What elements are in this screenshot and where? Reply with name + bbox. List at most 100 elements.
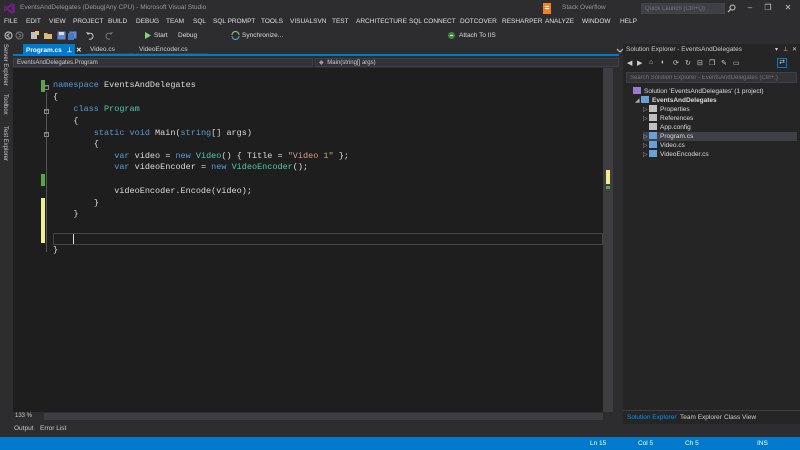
new-project-icon[interactable] (30, 31, 39, 40)
tab-class-view[interactable]: Class View (724, 414, 756, 421)
forward-icon[interactable] (15, 31, 24, 40)
code-token: Program (104, 104, 140, 114)
show-all-files-icon[interactable]: ❐ (709, 59, 715, 67)
search-icon[interactable] (727, 4, 736, 13)
synchronize-button[interactable]: Synchronize... (242, 32, 283, 39)
error-list-tab[interactable]: Error List (40, 425, 66, 432)
menu-architecture[interactable]: ARCHITECTURE (356, 18, 407, 25)
solution-explorer-search[interactable] (626, 72, 797, 83)
status-line: Ln 15 (590, 440, 607, 447)
tree-node[interactable]: App.config (643, 123, 691, 132)
collapse-icon[interactable]: − (44, 132, 49, 137)
menu-edit[interactable]: EDIT (26, 18, 41, 25)
quick-launch-box[interactable] (641, 3, 725, 14)
collapse-icon[interactable]: − (44, 109, 49, 114)
menu-help[interactable]: HELP (620, 18, 637, 25)
tree-node[interactable]: ◢ EventsAndDelegates (635, 96, 717, 105)
menu-tools[interactable]: TOOLS (261, 18, 283, 25)
menu-visualsvn[interactable]: VISUALSVN (290, 18, 327, 25)
sync-icon[interactable]: ⟳ (673, 59, 679, 67)
tree-node[interactable]: ▷ Program.cs (643, 132, 797, 141)
status-char: Ch 5 (685, 440, 699, 447)
code-token: [] args) (211, 128, 252, 138)
code-line: var videoEncoder = new VideoEncoder(); (53, 162, 643, 173)
menu-build[interactable]: BUILD (108, 18, 127, 25)
dropdown-icon[interactable]: ▾ (775, 46, 778, 53)
extension-label[interactable]: Stack Overflow (562, 4, 606, 11)
tree-node[interactable]: ▷ References (643, 114, 693, 123)
pin-icon[interactable]: ⊥ (783, 46, 788, 53)
type-dropdown[interactable]: EventsAndDelegates.Program (13, 58, 313, 67)
back-icon[interactable]: ◀ (627, 59, 632, 67)
minimize-button[interactable]: – (742, 2, 758, 14)
open-folder-icon[interactable] (44, 31, 53, 40)
tab-solution-explorer[interactable]: Solution Explorer (627, 414, 677, 421)
menu-resharper[interactable]: RESHARPER (502, 18, 542, 25)
preview-icon[interactable]: ▭ (733, 59, 740, 67)
tree-node-label: Video.cs (660, 142, 685, 149)
menu-dotcover[interactable]: DOTCOVER (460, 18, 497, 25)
save-all-icon[interactable] (68, 31, 77, 40)
menu-sql-prompt[interactable]: SQL PROMPT (213, 18, 255, 25)
collapse-icon[interactable]: − (44, 85, 49, 90)
restore-button[interactable]: ❐ (760, 2, 776, 14)
redo-icon[interactable] (104, 31, 113, 40)
menu-sql-connect[interactable]: SQL CONNECT (409, 18, 456, 25)
pin-icon[interactable]: ⊥ (67, 47, 73, 54)
menu-window[interactable]: WINDOW (582, 18, 611, 25)
menu-debug[interactable]: DEBUG (136, 18, 159, 25)
close-icon[interactable]: ✕ (76, 47, 81, 54)
synchronize-icon[interactable] (231, 31, 240, 40)
tree-node[interactable]: Solution 'EventsAndDelegates' (1 project… (627, 87, 764, 96)
menu-sql[interactable]: SQL (193, 18, 206, 25)
forward-icon[interactable]: ▶ (637, 59, 642, 67)
menu-project[interactable]: PROJECT (73, 18, 103, 25)
track-active-item-icon[interactable]: ⇄ (777, 58, 787, 68)
quick-launch-input[interactable] (642, 4, 724, 13)
editor-vertical-scrollbar[interactable] (603, 68, 613, 412)
code-token: } (53, 198, 99, 208)
tree-node[interactable]: ▷ Video.cs (643, 141, 685, 150)
back-icon[interactable] (4, 31, 13, 40)
home-icon[interactable]: ⌂ (649, 59, 653, 66)
start-button[interactable]: Start (154, 32, 168, 39)
undo-icon[interactable] (86, 31, 95, 40)
editor-horizontal-scrollbar[interactable] (44, 413, 603, 420)
menu-team[interactable]: TEAM (166, 18, 184, 25)
attach-icon[interactable] (447, 31, 456, 40)
menu-file[interactable]: FILE (4, 18, 18, 25)
refresh-icon[interactable]: ↻ (685, 59, 691, 67)
code-editor[interactable]: − − − namespace EventsAndDelegates { cla… (13, 68, 613, 412)
collapse-all-icon[interactable]: ⊟ (697, 59, 703, 67)
tab-program-cs[interactable]: Program.cs ⊥ ✕ (23, 44, 82, 54)
scroll-change-marker (606, 170, 610, 184)
output-tab[interactable]: Output (14, 425, 34, 432)
tab-video-cs[interactable]: Video.cs (87, 44, 135, 54)
tab-videoencoder-cs[interactable]: VideoEncoder.cs (136, 44, 208, 54)
feedback-flag-icon[interactable] (543, 3, 551, 14)
references-icon (649, 114, 657, 121)
tree-node[interactable]: ▷ VideoEncoder.cs (643, 150, 709, 159)
server-explorer-tab[interactable]: Server Explorer (2, 44, 8, 86)
close-icon[interactable]: ✕ (792, 46, 797, 53)
toolbox-tab[interactable]: Toolbox (2, 94, 8, 115)
properties-wrench-icon[interactable]: ✎ (721, 59, 727, 67)
code-token: new (211, 162, 227, 172)
zoom-level[interactable]: 133 % (13, 412, 43, 421)
start-play-icon[interactable] (143, 31, 152, 40)
member-dropdown[interactable]: ◆ Main(string[] args) (315, 58, 619, 67)
test-explorer-tab[interactable]: Test Explorer (2, 126, 8, 161)
pending-changes-filter-icon[interactable]: ◐ (661, 59, 665, 66)
menu-test[interactable]: TEST (332, 18, 349, 25)
save-icon[interactable] (57, 31, 66, 40)
attach-to-iis-button[interactable]: Attach To IIS (459, 32, 496, 39)
configuration-dropdown[interactable]: Debug (178, 32, 197, 39)
tab-team-explorer[interactable]: Team Explorer (680, 414, 722, 421)
close-button[interactable]: ✕ (780, 2, 796, 14)
menu-analyze[interactable]: ANALYZE (545, 18, 574, 25)
menu-view[interactable]: VIEW (49, 18, 66, 25)
solution-search-input[interactable] (627, 73, 796, 82)
change-marker-unsaved (41, 198, 45, 243)
tree-node[interactable]: ▷ Properties (643, 105, 690, 114)
